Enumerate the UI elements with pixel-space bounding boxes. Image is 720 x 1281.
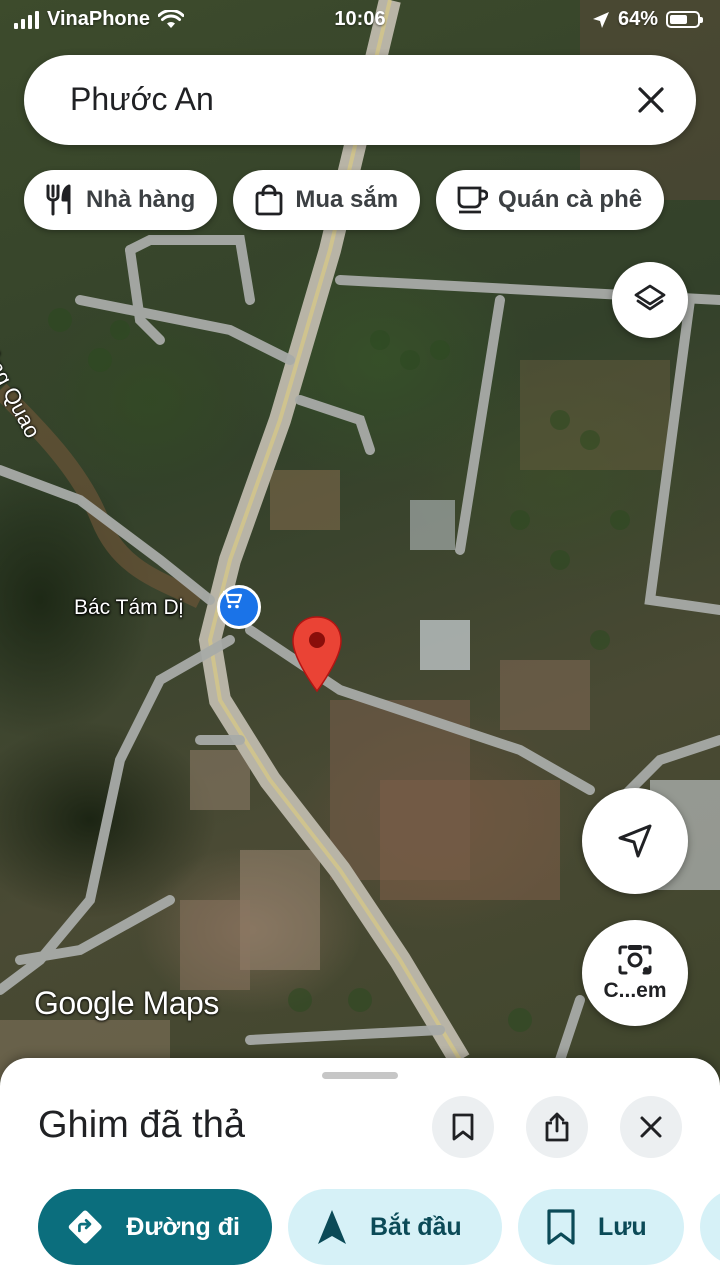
search-bar[interactable]: Phước An <box>24 55 696 145</box>
camera-button-label: C...em <box>603 979 667 1002</box>
chip-shopping[interactable]: Mua sắm <box>233 170 421 230</box>
sheet-title: Ghim đã thả <box>38 1104 245 1146</box>
category-chips: Nhà hàng Mua sắm Quán cà phê <box>24 170 665 230</box>
chip-label: Mua sắm <box>295 186 399 213</box>
battery-icon <box>666 11 703 28</box>
start-button[interactable]: Bắt đầu <box>288 1189 502 1265</box>
directions-label: Đường đi <box>126 1212 240 1241</box>
google-logo-text: Google <box>34 985 135 1021</box>
close-sheet-button[interactable] <box>620 1096 682 1158</box>
sheet-drag-handle[interactable] <box>322 1072 398 1079</box>
directions-button[interactable]: Đường đi <box>38 1189 272 1265</box>
save-label: Lưu <box>598 1212 647 1241</box>
layers-button[interactable] <box>612 262 688 338</box>
share-button[interactable] <box>526 1096 588 1158</box>
bookmark-icon <box>547 1209 575 1245</box>
layers-icon <box>634 284 666 311</box>
location-arrow-icon <box>592 11 609 28</box>
camera-icon <box>618 945 652 975</box>
place-label-bac-tam-di[interactable]: Bác Tám Dị <box>74 596 183 620</box>
chip-coffee[interactable]: Quán cà phê <box>436 170 665 230</box>
directions-icon <box>68 1210 102 1244</box>
shopping-cart-pin-icon[interactable] <box>217 585 261 629</box>
google-maps-logo: Google Maps <box>34 985 219 1022</box>
status-bar: VinaPhone 10:06 64% <box>0 0 720 40</box>
camera-search-button[interactable]: C...em <box>582 920 688 1026</box>
chip-restaurants[interactable]: Nhà hàng <box>24 170 218 230</box>
start-label: Bắt đầu <box>370 1212 462 1241</box>
action-buttons: Đường đi Bắt đầu Lưu <box>38 1189 720 1265</box>
maps-logo-text: Maps <box>142 985 220 1021</box>
save-bookmark-button[interactable] <box>432 1096 494 1158</box>
search-input[interactable]: Phước An <box>70 81 214 118</box>
close-icon[interactable] <box>628 77 674 123</box>
coffee-icon <box>456 184 489 216</box>
chip-label: Nhà hàng <box>86 186 196 213</box>
more-actions-button[interactable] <box>700 1189 720 1265</box>
close-icon <box>640 1116 662 1138</box>
navigation-arrow-icon <box>618 824 652 858</box>
my-location-button[interactable] <box>582 788 688 894</box>
shopping-bag-icon <box>253 184 285 216</box>
battery-percent: 64% <box>617 8 658 30</box>
bottom-sheet[interactable]: Ghim đã thả Đường đi Bắt đầu Lưu <box>0 1058 720 1281</box>
save-button[interactable]: Lưu <box>518 1189 684 1265</box>
battery-level-fill <box>670 15 687 24</box>
navigation-arrow-icon <box>318 1210 346 1244</box>
bookmark-icon <box>452 1113 474 1141</box>
share-icon <box>545 1112 569 1142</box>
chip-label: Quán cà phê <box>498 186 643 213</box>
restaurant-icon <box>44 184 76 216</box>
